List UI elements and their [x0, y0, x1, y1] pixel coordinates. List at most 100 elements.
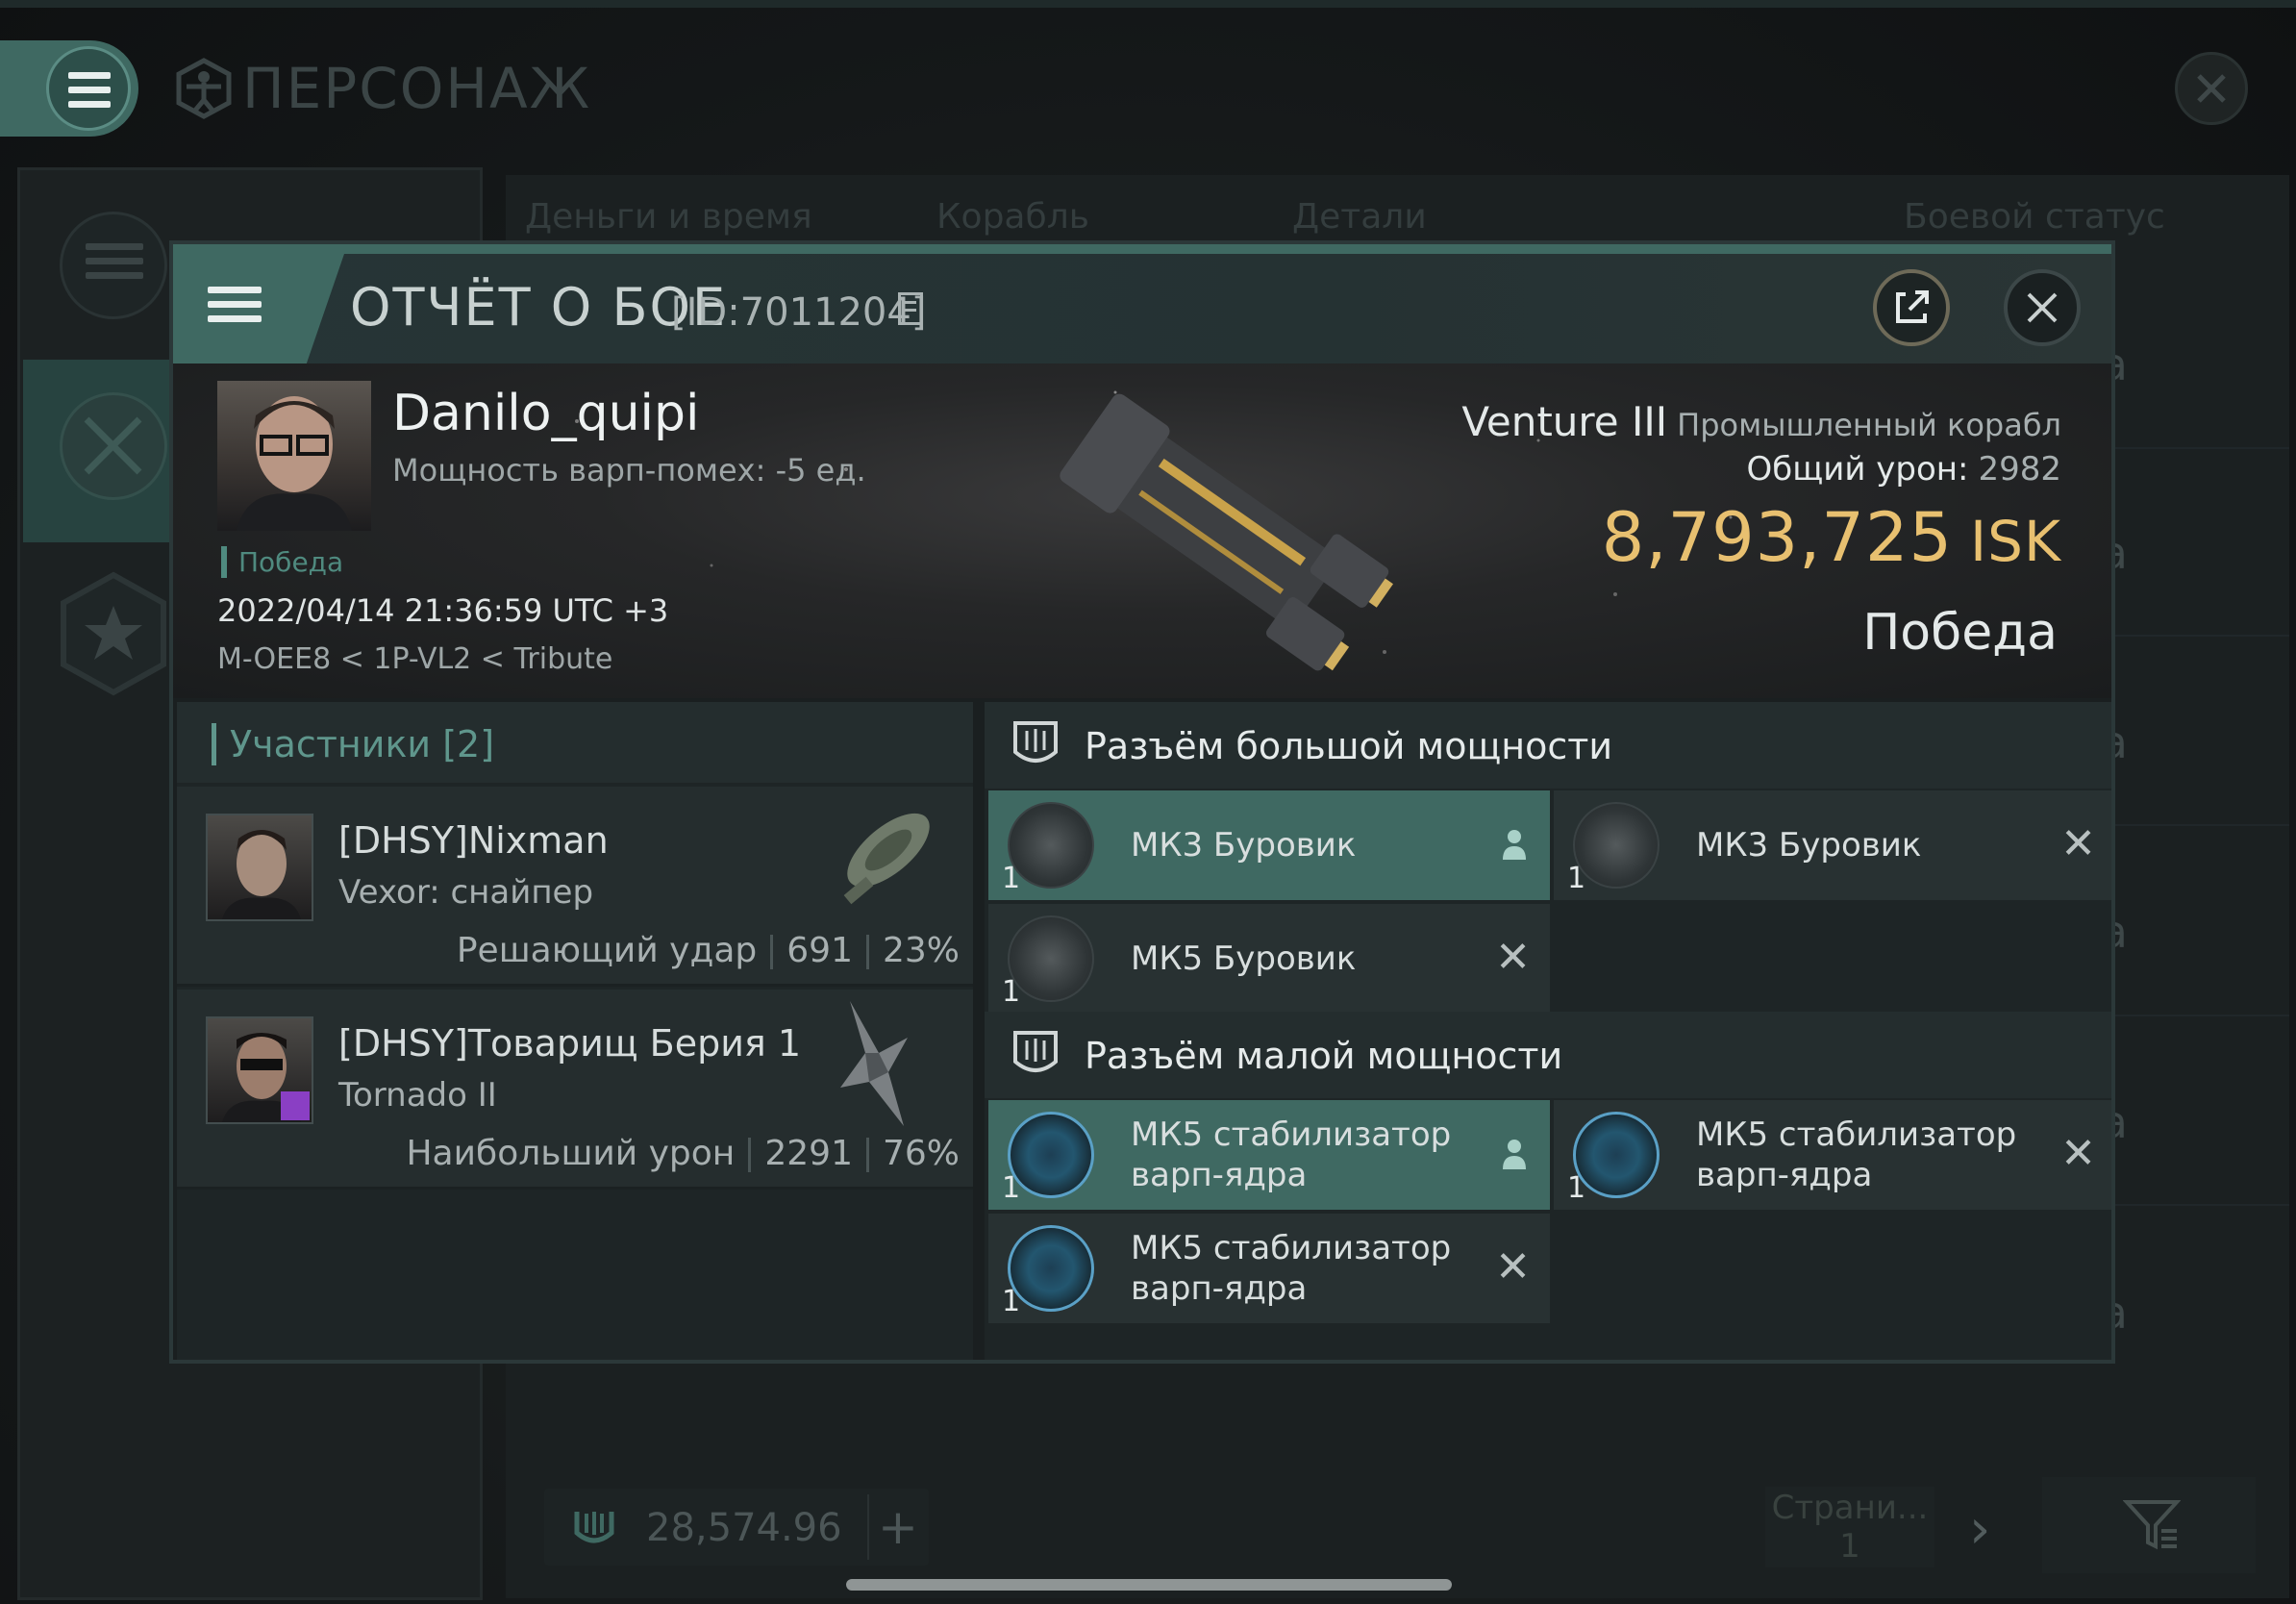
avatar-image: [222, 830, 301, 919]
copy-icon[interactable]: [898, 292, 923, 325]
modal-close-button[interactable]: [2004, 269, 2081, 346]
victim-name[interactable]: Danilo_quipi: [392, 385, 699, 442]
wallet-bar: 28,574.96 +: [544, 1489, 929, 1566]
module-slot[interactable]: 1 МК5 стабилизатор варп-ядра ✕: [1554, 1100, 2111, 1210]
tab-ship[interactable]: Корабль: [936, 197, 1089, 237]
page-selector[interactable]: Страни... 1: [1765, 1487, 1934, 1567]
menu-icon: [208, 287, 262, 330]
participant-row[interactable]: [DHSY]Товарищ Берия 1 Tornado II Наиболь…: [177, 990, 973, 1190]
filter-icon: [2123, 1500, 2181, 1550]
rail-item-combat[interactable]: [23, 360, 187, 542]
result-label: Победа: [1862, 604, 2058, 662]
module-slot[interactable]: 1 МК5 стабилизатор варп-ядра: [988, 1100, 1550, 1210]
warp-stabilizer-icon: [1573, 1112, 1660, 1198]
menu-ring: [46, 46, 131, 131]
high-slots-header: Разъём большой мощности: [985, 702, 2111, 789]
tab-details[interactable]: Детали: [1292, 197, 1427, 237]
close-icon: [2197, 74, 2226, 103]
module-slot[interactable]: 1 МК3 Буровик ✕: [1554, 790, 2111, 900]
ship-line: Venture III Промышленный корабл: [1461, 398, 2061, 445]
close-icon: [2027, 292, 2058, 323]
rail-circle: [60, 212, 167, 319]
participant-stats: Наибольший урон 2291 76%: [406, 1134, 960, 1173]
combat-report-modal: ОТЧЁТ О БОЕ [ID:7011204] Danilo_quipi Мо…: [169, 240, 2115, 1364]
participant-damage: 691: [786, 931, 853, 970]
bg-tab-bar: Деньги и время Корабль Детали Боевой ста…: [525, 197, 2256, 245]
share-button[interactable]: [1873, 269, 1950, 346]
avatar: [206, 1016, 313, 1124]
app-screen: ПЕРСОНАЖ Деньги и время Корабль Детали Б…: [0, 0, 2296, 1604]
page-title-text: ПЕРСОНАЖ: [242, 56, 592, 121]
isk-value: 8,793,725 ISK: [1602, 498, 2061, 577]
participants-panel: Участники [2] [DHSY]Nixman Vexor: снайпе…: [177, 702, 973, 1360]
person-icon: [1503, 1140, 1526, 1169]
participants-header: Участники [2]: [177, 702, 973, 783]
victim-portrait[interactable]: [217, 381, 371, 531]
module-slot[interactable]: 1 МК5 стабилизатор варп-ядра ✕: [988, 1214, 1550, 1323]
module-qty: 1: [1002, 975, 1021, 1009]
shield-slot-icon: [1013, 721, 1058, 763]
participants-title: Участники [2]: [212, 723, 494, 765]
total-damage-value: 2982: [1978, 450, 2061, 489]
module-slot[interactable]: 1 МК5 Буровик ✕: [988, 904, 1550, 1014]
page-label: Страни...: [1771, 1489, 1929, 1527]
ship-name[interactable]: Venture III: [1461, 398, 1667, 445]
ship-class: Промышленный корабл: [1677, 407, 2061, 443]
participant-ship: Vexor: снайпер: [338, 873, 594, 912]
rail-item-list[interactable]: [23, 192, 187, 375]
high-slots-title: Разъём большой мощности: [1085, 725, 1613, 767]
wallet-icon: [574, 1512, 614, 1543]
isk-unit: ISK: [1970, 509, 2061, 574]
tab-combat-status[interactable]: Боевой статус: [1904, 197, 2165, 237]
stat-divider: [865, 935, 869, 969]
victory-badge: Победа: [221, 546, 343, 578]
page-title: ПЕРСОНАЖ: [173, 56, 591, 121]
module-name: МК5 стабилизатор варп-ядра: [1696, 1115, 2017, 1194]
portrait-image: [237, 396, 352, 531]
add-funds-button[interactable]: +: [867, 1494, 927, 1560]
participant-percent: 76%: [882, 1134, 960, 1173]
low-slots-title: Разъём малой мощности: [1085, 1035, 1563, 1077]
participant-percent: 23%: [882, 931, 960, 970]
destroyed-icon: ✕: [2060, 819, 2096, 868]
module-slot[interactable]: 1 МК3 Буровик: [988, 790, 1550, 900]
module-qty: 1: [1567, 1171, 1586, 1205]
participant-row[interactable]: [DHSY]Nixman Vexor: снайпер Решающий уда…: [177, 787, 973, 987]
participant-name[interactable]: [DHSY]Товарищ Берия 1: [338, 1022, 801, 1065]
participant-role: Решающий удар: [456, 931, 758, 970]
isk-amount: 8,793,725: [1601, 498, 1954, 577]
next-page-button[interactable]: ›: [1969, 1498, 1990, 1561]
list-icon: [86, 243, 143, 287]
module-qty: 1: [1002, 1285, 1021, 1318]
screen-close-button[interactable]: [2175, 52, 2248, 125]
horizontal-scrollbar[interactable]: [846, 1579, 1452, 1591]
module-name: МК5 Буровик: [1131, 940, 1357, 978]
person-icon: [1503, 830, 1526, 860]
status-badge: [281, 1091, 310, 1120]
module-qty: 1: [1567, 862, 1586, 895]
top-strip: [0, 0, 2296, 8]
external-link-icon: [1896, 290, 1929, 323]
module-qty: 1: [1002, 862, 1021, 895]
destroyed-icon: ✕: [2060, 1129, 2096, 1178]
module-qty: 1: [1002, 1171, 1021, 1205]
fitting-panel: Разъём большой мощности 1 МК3 Буровик 1 …: [985, 702, 2111, 1360]
filter-button[interactable]: [2042, 1477, 2256, 1573]
rail-item-medals[interactable]: [23, 548, 187, 731]
avatar: [206, 814, 313, 921]
kill-location[interactable]: M-OEE8 < 1P-VL2 < Tribute: [217, 642, 612, 676]
stat-divider: [748, 1138, 752, 1172]
rail-circle: [60, 392, 167, 500]
tab-money-time[interactable]: Деньги и время: [525, 197, 812, 237]
victim-summary: Danilo_quipi Мощность варп-помех: -5 ед.…: [173, 363, 2111, 698]
miner-icon: [1008, 915, 1094, 1002]
participant-role: Наибольший урон: [406, 1134, 736, 1173]
warp-disruption: Мощность варп-помех: -5 ед.: [392, 452, 866, 489]
participant-ship: Tornado II: [338, 1076, 497, 1115]
participant-damage: 2291: [764, 1134, 853, 1173]
participant-name[interactable]: [DHSY]Nixman: [338, 819, 609, 862]
destroyed-icon: ✕: [1495, 1242, 1531, 1291]
main-menu-button[interactable]: [0, 40, 138, 137]
participant-stats: Решающий удар 691 23%: [457, 931, 960, 970]
stat-divider: [770, 935, 774, 969]
